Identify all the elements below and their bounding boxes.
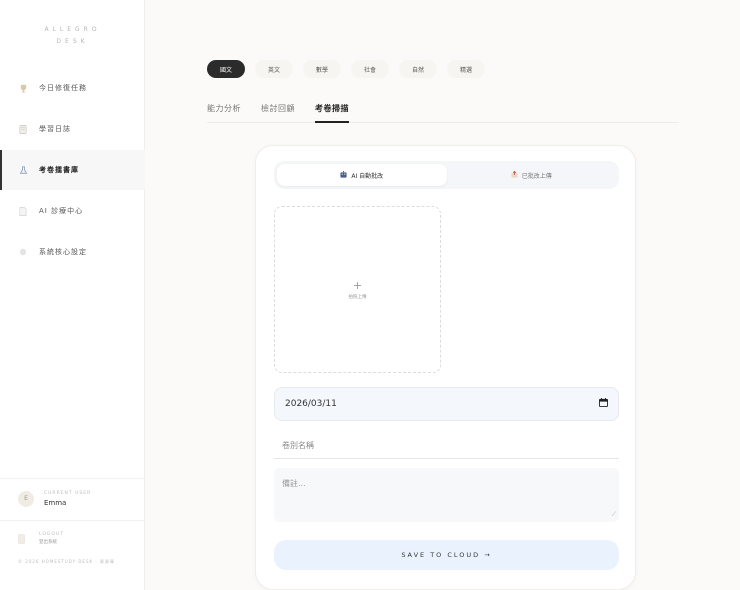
plus-icon: + (352, 278, 363, 292)
tab-review[interactable]: 檢討回顧 (261, 95, 295, 123)
resize-grip-icon[interactable]: ⟋ (612, 511, 616, 519)
sidebar-item-daily-tasks[interactable]: 今日修復任務 (0, 68, 145, 108)
date-value: 2026/03/11 (285, 399, 337, 409)
ai-icon (340, 170, 347, 180)
mode-graded-upload[interactable]: 已批改上傳 (447, 164, 617, 186)
notes-placeholder: 備註... (282, 479, 306, 488)
sidebar-item-ai-clinic[interactable]: AI 診療中心 (0, 191, 145, 231)
subject-pills: 國文 英文 數學 社會 自然 精選 (207, 60, 485, 78)
dot-icon (18, 247, 28, 257)
exam-name-input[interactable]: 卷別名稱 (274, 433, 619, 459)
sidebar-item-label: 系統核心設定 (39, 248, 87, 256)
brand-line2: DESK (56, 38, 89, 45)
sidebar-item-label: 今日修復任務 (39, 84, 87, 92)
subject-pill-science[interactable]: 自然 (399, 60, 437, 78)
brand-line1: ALLEGRO (44, 26, 101, 33)
sidebar-item-settings[interactable]: 系統核心設定 (0, 232, 145, 272)
date-input[interactable]: 2026/03/11 (274, 387, 619, 421)
notebook-icon (18, 124, 28, 134)
mode-label: 已批改上傳 (521, 172, 552, 180)
sidebar-item-study-log[interactable]: 學習日誌 (0, 109, 145, 149)
subject-pill-english[interactable]: 英文 (255, 60, 293, 78)
trophy-icon (18, 83, 28, 93)
logout-button[interactable]: LOGOUT 登出系統 (0, 520, 145, 555)
sidebar-item-label: 學習日誌 (39, 125, 71, 133)
calendar-icon[interactable] (599, 398, 608, 410)
subject-pill-social[interactable]: 社會 (351, 60, 389, 78)
logout-caption: LOGOUT (39, 531, 64, 537)
scan-card: AI 自動批改 已批改上傳 + 拍照上傳 2026/03/11 卷別名稱 備註.… (255, 145, 636, 590)
user-name: Emma (44, 498, 67, 507)
sidebar-item-exam-library[interactable]: 考卷擂書庫 (0, 150, 145, 190)
tab-bar: 能力分析 檢討回顧 考卷掃描 (207, 95, 679, 123)
logout-subtitle: 登出系統 (39, 539, 57, 545)
avatar: E (18, 490, 34, 507)
brand-logo: ALLEGRO DESK (0, 24, 145, 48)
upload-label: 拍照上傳 (348, 294, 367, 300)
mode-ai-grading[interactable]: AI 自動批改 (277, 164, 447, 186)
sidebar-item-label: 考卷擂書庫 (39, 166, 79, 174)
tab-ability-analysis[interactable]: 能力分析 (207, 95, 241, 123)
mode-label: AI 自動批改 (351, 172, 384, 180)
sidebar: ALLEGRO DESK 今日修復任務 學習日誌 考卷擂書庫 AI 診療中心 系… (0, 0, 145, 590)
photo-upload-dropzone[interactable]: + 拍照上傳 (274, 206, 441, 373)
subject-pill-chinese[interactable]: 國文 (207, 60, 245, 78)
flask-icon (18, 165, 28, 175)
current-user: E CURRENT USER Emma (0, 478, 145, 518)
subject-pill-math[interactable]: 數學 (303, 60, 341, 78)
current-user-caption: CURRENT USER (44, 490, 92, 496)
save-to-cloud-button[interactable]: SAVE TO CLOUD → (274, 540, 619, 570)
upload-box-icon (511, 170, 518, 180)
mode-toggle: AI 自動批改 已批改上傳 (274, 161, 619, 189)
copyright: © 2026 HOMESTUDY·DESK · 資源庫 (18, 559, 115, 564)
tab-exam-scan[interactable]: 考卷掃描 (315, 95, 349, 123)
door-icon (18, 529, 28, 548)
document-icon (18, 206, 28, 216)
notes-textarea[interactable]: 備註... ⟋ (274, 468, 619, 522)
subject-pill-featured[interactable]: 精選 (447, 60, 485, 78)
sidebar-item-label: AI 診療中心 (39, 207, 84, 215)
